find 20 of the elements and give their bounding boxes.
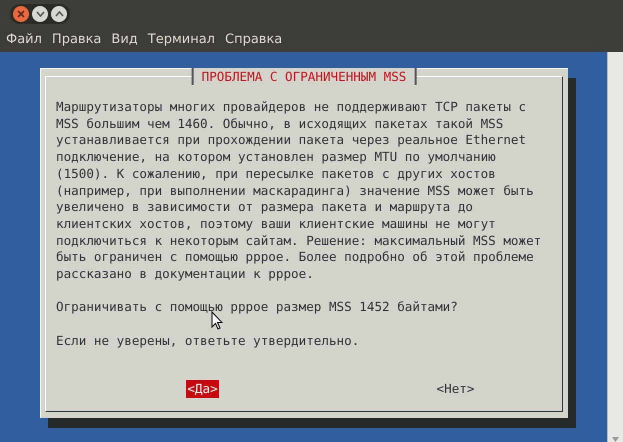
dialog-button[interactable]: <Нет> <box>436 380 476 398</box>
close-icon <box>17 10 25 18</box>
mouse-pointer-icon <box>211 311 223 330</box>
minimize-button[interactable] <box>32 6 48 22</box>
scroll-down-icon <box>612 437 619 442</box>
dialog-title: ПРОБЛЕМА С ОГРАНИЧЕННЫМ MSS <box>192 68 416 85</box>
close-button[interactable] <box>13 6 29 22</box>
menu-item[interactable]: Вид <box>111 32 138 46</box>
menu-item[interactable]: Файл <box>6 32 42 46</box>
question-text: Ограничивать с помощью pppoe размер MSS 1452 байтами? <box>56 299 459 316</box>
chevron-up-icon <box>54 11 64 17</box>
menu-item[interactable]: Справка <box>225 32 282 46</box>
chevron-down-icon <box>36 11 44 17</box>
dialog-button[interactable]: <Да> <box>186 380 219 398</box>
message-text: Маршрутизаторы многих провайдеров не поддерживают TCP пакеты с MSS большим чем 1460. Обычно, в исходящих пакетах такой MSS устанавливается при прохождении пакета через реальное Ethernet подключение, на котором установлен размер MTU по умолчанию (1500). К сожалению, при пересылке пакетов с других хостов (например, при выполнении маскарадинга) значение MSS может быть увеличено в зависимости от размера пакета и маршрута до клиентских хостов, поэтому ваши клиентские машины не могут подключиться к некоторым сайтам. Решение: максимальный MSS может быть ограничен с помощью pppoe. Более подробно об этой проблеме рассказано в документации к pppoe. <box>56 99 542 283</box>
menu-item[interactable]: Терминал <box>148 32 215 46</box>
hint-text: Если не уверены, ответьте утвердительно. <box>56 332 360 350</box>
menu-item[interactable]: Правка <box>52 32 102 46</box>
scrollbar[interactable] <box>607 52 623 442</box>
maximize-button[interactable] <box>51 6 67 22</box>
